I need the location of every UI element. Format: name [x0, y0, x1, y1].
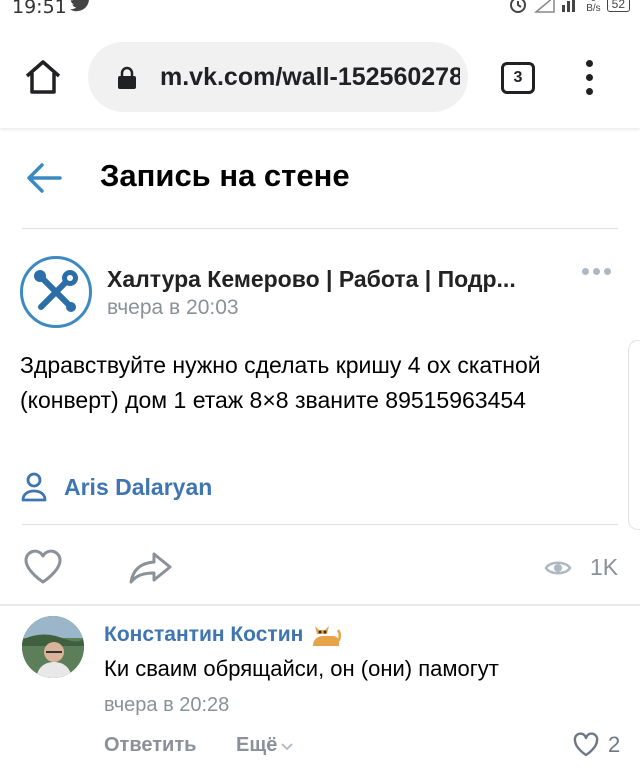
menu-icon[interactable] [585, 60, 595, 96]
network-speed: 0 B/s [586, 0, 601, 14]
tabs-button[interactable]: 3 [501, 62, 535, 94]
status-icons: 0 B/s 52 [508, 0, 630, 14]
url-text[interactable]: m.vk.com/wall-152560278 [160, 63, 460, 92]
reply-button[interactable]: Ответить [104, 734, 196, 757]
views: 1K [544, 554, 618, 581]
comment-time[interactable]: вчера в 20:28 [104, 694, 229, 717]
wall-post: Халтура Кемерово | Работа | Подр... вчер… [0, 230, 640, 605]
status-time: 19:51 [12, 0, 67, 18]
eye-icon [544, 561, 572, 574]
views-count: 1K [590, 554, 619, 580]
heart-icon [573, 732, 599, 757]
group-avatar[interactable] [20, 256, 92, 328]
post-author[interactable]: Aris Dalaryan [20, 472, 212, 502]
page-title: Запись на стене [100, 158, 350, 193]
comment-like-count: 2 [608, 732, 621, 757]
group-name[interactable]: Халтура Кемерово | Работа | Подр... [107, 266, 557, 293]
post-text: Здравствуйте нужно сделать кришу 4 ох ск… [20, 352, 541, 413]
alarm-icon [510, 0, 527, 13]
avatar-photo [22, 616, 84, 678]
lock-icon [118, 66, 136, 89]
chevron-down-icon [281, 742, 293, 750]
comment-author[interactable]: Константин Костин [104, 623, 303, 647]
battery-icon: 52 [606, 0, 630, 12]
more-icon[interactable] [582, 268, 612, 276]
page-header: Запись на стене [0, 130, 640, 228]
comment-more-label: Ещё [236, 734, 278, 756]
signal-icon [534, 0, 576, 13]
comment: Константин Костин Ки сваим обрящайси, он… [0, 606, 640, 782]
person-icon [21, 472, 47, 502]
cat-emoji-icon [313, 626, 342, 646]
scrollbar[interactable] [628, 340, 640, 530]
comment-like-button[interactable]: 2 [572, 732, 620, 758]
browser-toolbar: m.vk.com/wall-152560278 3 [0, 22, 640, 128]
share-icon[interactable] [128, 550, 174, 586]
heart-icon[interactable] [22, 548, 64, 586]
divider [22, 228, 618, 229]
url-bar[interactable]: m.vk.com/wall-152560278 [88, 42, 468, 112]
post-time[interactable]: вчера в 20:03 [107, 296, 239, 320]
back-arrow-icon[interactable] [24, 160, 64, 196]
comment-text: Ки сваим обрящайси, он (они) памогут [104, 656, 499, 681]
home-icon[interactable] [22, 56, 64, 98]
twitter-icon [70, 0, 89, 12]
status-bar: 19:51 0 B/s 52 [0, 0, 640, 22]
author-name[interactable]: Aris Dalaryan [64, 474, 212, 501]
comment-more-button[interactable]: Ещё [236, 734, 294, 757]
avatar[interactable] [22, 616, 84, 678]
group-avatar-tools-icon [34, 270, 78, 312]
divider [22, 524, 618, 525]
comment-author-row: Константин Костин [104, 620, 343, 650]
